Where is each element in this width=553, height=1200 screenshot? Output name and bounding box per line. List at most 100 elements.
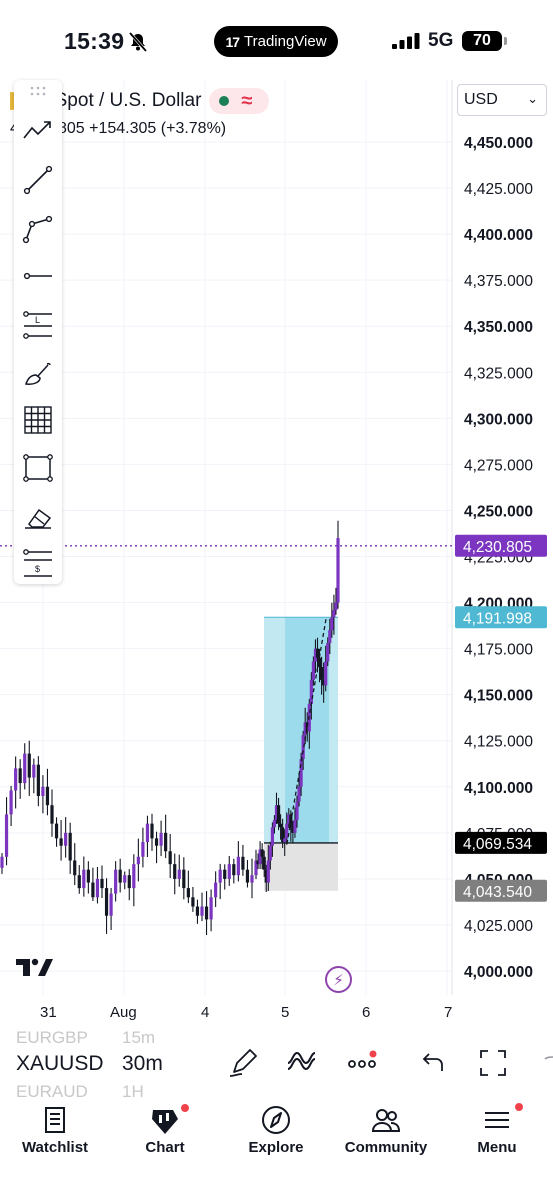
candle-body: [127, 875, 131, 889]
y-axis-label: 4,275.000: [464, 457, 533, 474]
x-axis-label: 4: [201, 1004, 210, 1021]
nav-label: Menu: [477, 1139, 517, 1156]
candle-body: [9, 790, 13, 815]
candle-body: [50, 805, 54, 824]
nav-label: Explore: [248, 1139, 304, 1156]
nav-explore[interactable]: Explore: [221, 1100, 331, 1170]
indicators-icon[interactable]: [284, 1045, 320, 1081]
chart-icon: [152, 1110, 178, 1134]
rectangle-icon[interactable]: [20, 450, 56, 486]
interval-selector[interactable]: 30m: [122, 1052, 163, 1076]
svg-text:$: $: [35, 564, 40, 574]
watchlist-icon: [45, 1107, 65, 1133]
candle-body: [91, 882, 95, 898]
x-axis-label: Aug: [110, 1004, 137, 1021]
pen-icon[interactable]: [226, 1045, 262, 1081]
candle-body: [297, 786, 301, 802]
chart-area[interactable]: 4,450.000 4,425.000 4,400.000 4,375.000 4,35…: [0, 80, 553, 1030]
y-axis-label: 4,425.000: [464, 181, 533, 198]
candle-body: [132, 864, 136, 889]
nav-watchlist[interactable]: Watchlist: [0, 1100, 110, 1170]
candle-body: [45, 786, 50, 806]
candle-body: [270, 827, 274, 846]
community-icon: [371, 1109, 401, 1132]
fixed-range-icon[interactable]: $: [20, 546, 56, 582]
line-tool-icon[interactable]: [20, 162, 56, 198]
y-axis-label: 4,450.000: [464, 135, 533, 152]
candle-body: [182, 869, 186, 889]
candle-body: [332, 609, 336, 618]
ghost-symbol-above: EURGBP: [16, 1028, 88, 1047]
candle-body: [123, 875, 127, 883]
path-tool-icon[interactable]: [20, 210, 56, 246]
candle-body: [68, 832, 72, 861]
candle-body: [145, 823, 150, 843]
more-tools-icon[interactable]: [537, 1045, 553, 1081]
gann-grid-icon[interactable]: [20, 402, 56, 438]
fib-retracement-icon[interactable]: L: [20, 306, 56, 342]
x-axis-label: 7: [444, 1004, 453, 1021]
candle-body: [4, 814, 9, 857]
candle-body: [118, 869, 122, 883]
candle-body: [336, 538, 340, 603]
y-axis-label: 4,000.000: [464, 964, 533, 981]
candle-body: [27, 753, 31, 778]
candle-body: [14, 768, 18, 791]
y-axis-label: 4,175.000: [464, 642, 533, 659]
candle-body: [41, 786, 45, 796]
y-axis-label: 4,350.000: [464, 319, 533, 336]
price-change: 805 +154.305 (+3.78%): [58, 120, 227, 137]
candle-body: [136, 856, 140, 865]
nav-menu[interactable]: Menu: [442, 1100, 552, 1170]
market-status-pill[interactable]: ≈: [209, 88, 270, 114]
y-axis-label: 4,250.000: [464, 503, 533, 520]
candle-body: [330, 617, 334, 631]
horizontal-ray-icon[interactable]: [20, 258, 56, 294]
currency-select[interactable]: USD ⌄: [457, 84, 547, 116]
app-pill-label: TradingView: [244, 33, 327, 50]
trend-line-tool-icon[interactable]: [20, 112, 56, 148]
nav-community[interactable]: Community: [331, 1100, 441, 1170]
candle-body: [154, 838, 159, 846]
fullscreen-icon[interactable]: [475, 1045, 511, 1081]
candle-body: [268, 845, 272, 861]
candle-body: [309, 679, 313, 704]
nav-chart[interactable]: Chart: [110, 1100, 220, 1170]
candle-body: [209, 897, 213, 920]
candle-body: [266, 860, 270, 883]
tradingview-logo-icon[interactable]: [16, 956, 54, 978]
status-bar: 15:39 17 TradingView 5G 70: [0, 0, 553, 80]
candle-body: [320, 667, 324, 680]
brush-icon[interactable]: [20, 354, 56, 390]
candle-body: [250, 875, 254, 883]
battery-icon: 70: [462, 31, 507, 51]
battery-level: 70: [473, 32, 491, 49]
svg-text:L: L: [35, 315, 40, 325]
candle-body: [191, 897, 195, 907]
candle-body: [279, 823, 283, 828]
candle-body: [195, 906, 200, 916]
candle-body: [324, 661, 328, 686]
candle-body: [109, 893, 113, 916]
price-chart[interactable]: 4,450.000 4,425.000 4,400.000 4,375.000 4,35…: [0, 80, 553, 1030]
candle-body: [283, 838, 287, 843]
candle-body: [64, 832, 68, 846]
candle-body: [315, 648, 320, 658]
candle-body: [214, 882, 218, 898]
ghost-interval-below: 1H: [122, 1082, 144, 1101]
more-icon[interactable]: [344, 1045, 380, 1081]
candle-body: [114, 869, 118, 894]
undo-icon[interactable]: [414, 1045, 450, 1081]
ghost-interval-above: 15m: [122, 1028, 156, 1047]
drag-handle-icon[interactable]: [30, 86, 46, 98]
symbol-selector[interactable]: XAUUSD: [16, 1052, 104, 1076]
app-pill: 17 TradingView: [214, 26, 338, 57]
candle-body: [245, 869, 250, 883]
eraser-icon[interactable]: [20, 498, 56, 534]
candle-body: [186, 888, 190, 898]
candle-body: [59, 838, 63, 846]
lightning-icon[interactable]: ⚡: [325, 966, 352, 993]
y-axis-label: 4,400.000: [464, 227, 533, 244]
candle-body: [73, 860, 77, 876]
chevron-down-icon: ⌄: [527, 91, 538, 106]
